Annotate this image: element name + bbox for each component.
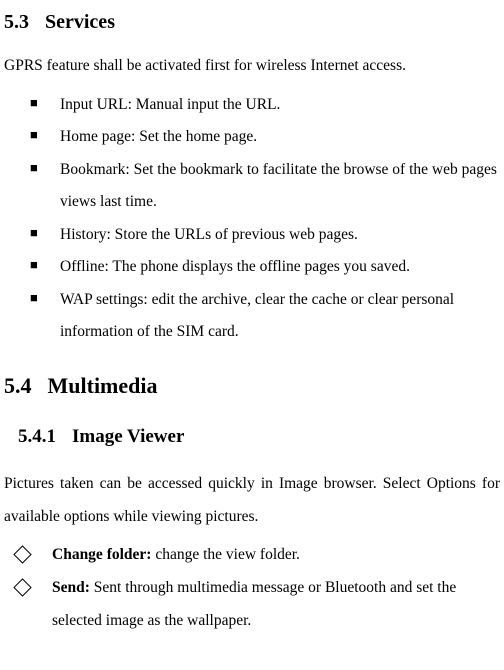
section-number: 5.3 [4, 11, 29, 33]
item-text: change the view folder. [151, 546, 299, 563]
list-item: Change folder: change the view folder. [14, 539, 500, 572]
list-item: History: Store the URLs of previous web … [30, 219, 500, 252]
list-item: Bookmark: Set the bookmark to facilitate… [30, 154, 500, 219]
item-label: Change folder: [52, 546, 151, 563]
subsection-heading-image-viewer: 5.4.1 Image Viewer [18, 424, 500, 451]
list-item: Offline: The phone displays the offline … [30, 251, 500, 284]
section-title: Multimedia [48, 373, 158, 398]
subsection-title: Image Viewer [72, 426, 184, 447]
section-number: 5.4 [4, 373, 32, 398]
section-title: Services [45, 11, 115, 33]
list-item: WAP settings: edit the archive, clear th… [30, 284, 500, 349]
list-item: Send: Sent through multimedia message or… [14, 572, 500, 637]
services-intro: GPRS feature shall be activated first fo… [4, 50, 500, 83]
list-item: Input URL: Manual input the URL. [30, 89, 500, 122]
subsection-number: 5.4.1 [18, 426, 56, 447]
item-label: Send: [52, 579, 90, 596]
section-heading-services: 5.3 Services [4, 8, 500, 36]
image-viewer-intro: Pictures taken can be accessed quickly i… [4, 468, 500, 533]
image-viewer-list: Change folder: change the view folder. S… [4, 539, 500, 637]
list-item: Home page: Set the home page. [30, 121, 500, 154]
item-text: Sent through multimedia message or Bluet… [52, 579, 456, 629]
section-heading-multimedia: 5.4 Multimedia [4, 371, 500, 402]
services-list: Input URL: Manual input the URL. Home pa… [4, 89, 500, 349]
